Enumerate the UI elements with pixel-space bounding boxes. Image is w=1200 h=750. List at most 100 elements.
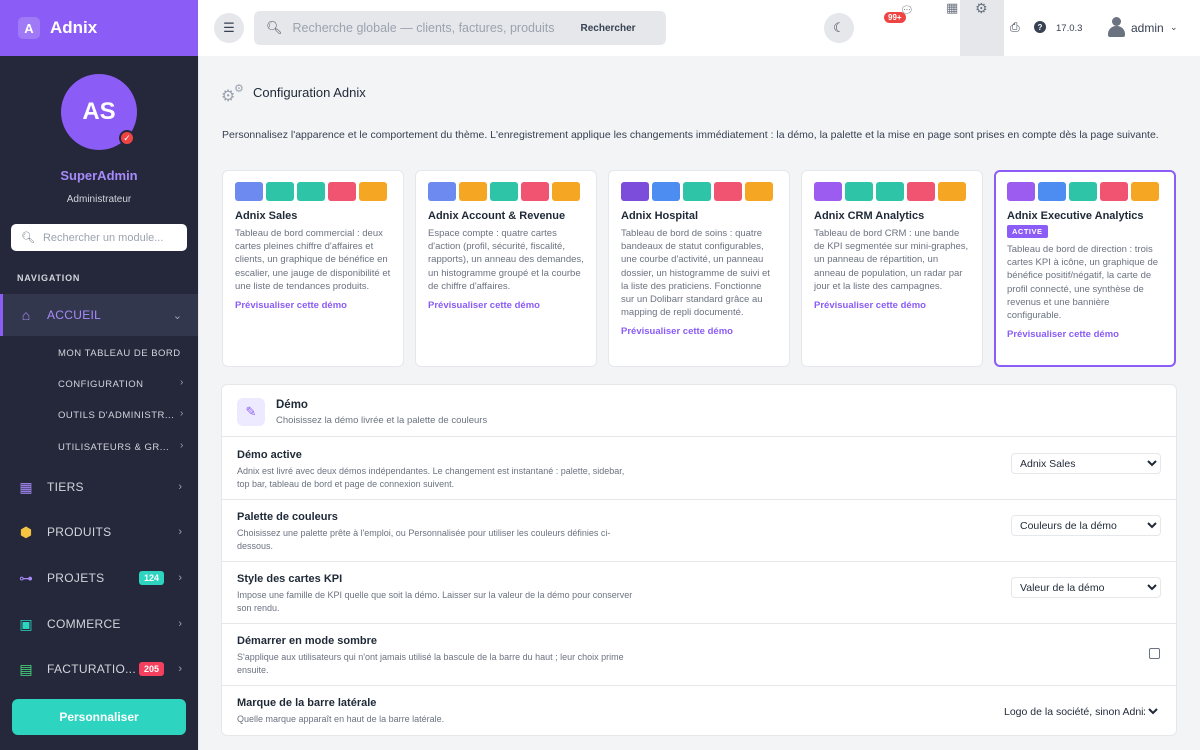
setting-color-palette: Palette de couleurs Choisissez une palet… [222, 500, 1176, 562]
hamburger-icon: ☰ [223, 20, 235, 35]
setting-help: Impose une famille de KPI quelle que soi… [237, 590, 633, 613]
chevron-right-icon: › [178, 572, 182, 584]
setting-help: Quelle marque apparaît en haut de la bar… [237, 714, 445, 724]
sidebar-subitem-label: CONFIGURATION [58, 379, 144, 390]
invoice-icon: ▤ [19, 660, 33, 677]
brand-header[interactable]: A Adnix [0, 0, 198, 56]
help-icon[interactable]: ? [1034, 21, 1046, 33]
palette-swatches [235, 182, 391, 201]
preview-demo-link[interactable]: Prévisualiser cette démo [428, 300, 584, 311]
sidebar-item-projets[interactable]: ⊶ PROJETS 124 › [0, 557, 198, 599]
preview-demo-link[interactable]: Prévisualiser cette démo [621, 326, 777, 337]
color-swatch [1100, 182, 1128, 201]
setting-label: Démarrer en mode sombre [237, 635, 377, 647]
building-icon: ▦ [19, 478, 33, 495]
color-swatch [1007, 182, 1035, 201]
active-demo-select[interactable]: Adnix Sales [1011, 453, 1161, 474]
kpi-card-style-select[interactable]: Valeur de la démo [1011, 577, 1161, 598]
active-badge: ACTIVE [1007, 225, 1048, 238]
demo-card-description: Tableau de bord commercial : deux cartes… [235, 228, 391, 292]
color-swatch [845, 182, 873, 201]
demo-card-description: Tableau de bord de direction : trois car… [1007, 244, 1159, 322]
color-swatch [359, 182, 387, 201]
sidebar-subitem-configuration[interactable]: CONFIGURATION › [58, 377, 183, 390]
dark-mode-toggle[interactable]: ☾ [824, 13, 854, 43]
sidebar: A Adnix AS ✓ SuperAdmin Administrateur 🔍… [0, 0, 198, 750]
demo-card-title: Adnix Account & Revenue [428, 210, 566, 222]
briefcase-icon: ▣ [19, 615, 33, 632]
sidebar-subitem-users-groups[interactable]: UTILISATEURS & GR... › [58, 440, 183, 453]
color-swatch [745, 182, 773, 201]
palette-swatches [621, 182, 777, 201]
color-swatch [652, 182, 680, 201]
global-search-input[interactable] [292, 21, 575, 35]
color-swatch [459, 182, 487, 201]
setting-kpi-card-style: Style des cartes KPI Impose une famille … [222, 562, 1176, 624]
palette-swatches [1007, 182, 1163, 201]
preview-demo-link[interactable]: Prévisualiser cette démo [1007, 329, 1163, 340]
sidebar-subitem-admin-tools[interactable]: OUTILS D'ADMINISTR... › [58, 408, 183, 421]
demo-card-description: Tableau de bord de soins : quatre bandea… [621, 228, 770, 319]
color-palette-select[interactable]: Couleurs de la démo [1011, 515, 1161, 536]
print-icon[interactable]: ⎙ [1010, 20, 1020, 35]
settings-tab[interactable]: ⚙ [960, 0, 1004, 56]
username[interactable]: admin [1131, 21, 1164, 35]
page-description: Personnalisez l'apparence et le comporte… [222, 129, 1159, 141]
color-swatch [297, 182, 325, 201]
sidebar-item-tiers[interactable]: ▦ TIERS › [0, 466, 198, 508]
chevron-right-icon: › [180, 440, 184, 451]
chevron-right-icon: › [178, 663, 182, 675]
calendar-icon[interactable]: ▦ [946, 0, 958, 16]
demo-card-account-revenue[interactable]: Adnix Account & Revenue Espace compte : … [415, 170, 597, 367]
sidebar-item-commerce[interactable]: ▣ COMMERCE › [0, 603, 198, 645]
sidebar-subitem-dashboard[interactable]: MON TABLEAU DE BORD [58, 348, 181, 359]
module-search: 🔍︎ [11, 224, 187, 251]
count-badge: 124 [138, 571, 164, 585]
chevron-right-icon: › [180, 377, 184, 388]
setting-sidebar-brand: Marque de la barre latérale Quelle marqu… [222, 686, 1176, 748]
color-swatch [714, 182, 742, 201]
panel-title: Démo [276, 399, 308, 411]
sidebar-item-label: PRODUITS [47, 525, 112, 539]
profile-name: SuperAdmin [60, 168, 138, 183]
main-content: ⚙ ⚙ Configuration Adnix Personnalisez l'a… [198, 56, 1200, 750]
preview-demo-link[interactable]: Prévisualiser cette démo [814, 300, 970, 311]
page-header: ⚙ ⚙ Configuration Adnix [221, 82, 366, 105]
count-badge: 205 [138, 662, 164, 676]
sidebar-item-facturation[interactable]: ▤ FACTURATIO... 205 › [0, 648, 198, 690]
preview-demo-link[interactable]: Prévisualiser cette démo [235, 300, 391, 311]
color-swatch [521, 182, 549, 201]
demo-card-executive-analytics[interactable]: Adnix Executive Analytics ACTIVE Tableau… [994, 170, 1176, 367]
sidebar-item-produits[interactable]: ⬢ PRODUITS › [0, 511, 198, 553]
setting-help: Choisissez une palette prête à l'emploi,… [237, 528, 611, 551]
search-button[interactable]: Rechercher [581, 23, 636, 34]
user-avatar-icon[interactable] [1108, 17, 1125, 37]
chevron-down-icon[interactable]: ⌄ [1170, 22, 1178, 33]
color-swatch [683, 182, 711, 201]
home-icon: ⌂ [21, 307, 31, 323]
avatar-wrapper[interactable]: AS ✓ [61, 74, 137, 150]
color-swatch [428, 182, 456, 201]
gear-icon: ⚙ [975, 0, 988, 16]
demo-card-crm-analytics[interactable]: Adnix CRM Analytics Tableau de bord CRM … [801, 170, 983, 367]
sidebar-item-label: PROJETS [47, 571, 105, 585]
sidebar-subitem-label: MON TABLEAU DE BORD [58, 348, 181, 359]
demo-card-description: Espace compte : quatre cartes d'action (… [428, 228, 584, 292]
module-search-input[interactable] [42, 231, 183, 244]
customize-button[interactable]: Personnaliser [12, 699, 186, 735]
color-swatch [814, 182, 842, 201]
messages-button[interactable]: 💬︎ 99+ [884, 4, 914, 34]
sidebar-brand-select[interactable]: Logo de la société, sinon Adnix [996, 701, 1161, 722]
search-icon: 🔍︎ [21, 232, 35, 244]
demo-card-sales[interactable]: Adnix Sales Tableau de bord commercial :… [222, 170, 404, 367]
setting-label: Démo active [237, 449, 302, 461]
color-swatch [938, 182, 966, 201]
menu-toggle-button[interactable]: ☰ [214, 13, 244, 43]
dark-mode-checkbox[interactable] [1149, 648, 1160, 659]
demo-card-hospital[interactable]: Adnix Hospital Tableau de bord de soins … [608, 170, 790, 367]
sidebar-item-home[interactable]: ⌂ ACCUEIL ⌄ [0, 294, 198, 336]
magic-wand-icon: ✎ [237, 398, 265, 426]
setting-help: S'applique aux utilisateurs qui n'ont ja… [237, 652, 624, 675]
color-swatch [266, 182, 294, 201]
color-swatch [621, 182, 649, 201]
